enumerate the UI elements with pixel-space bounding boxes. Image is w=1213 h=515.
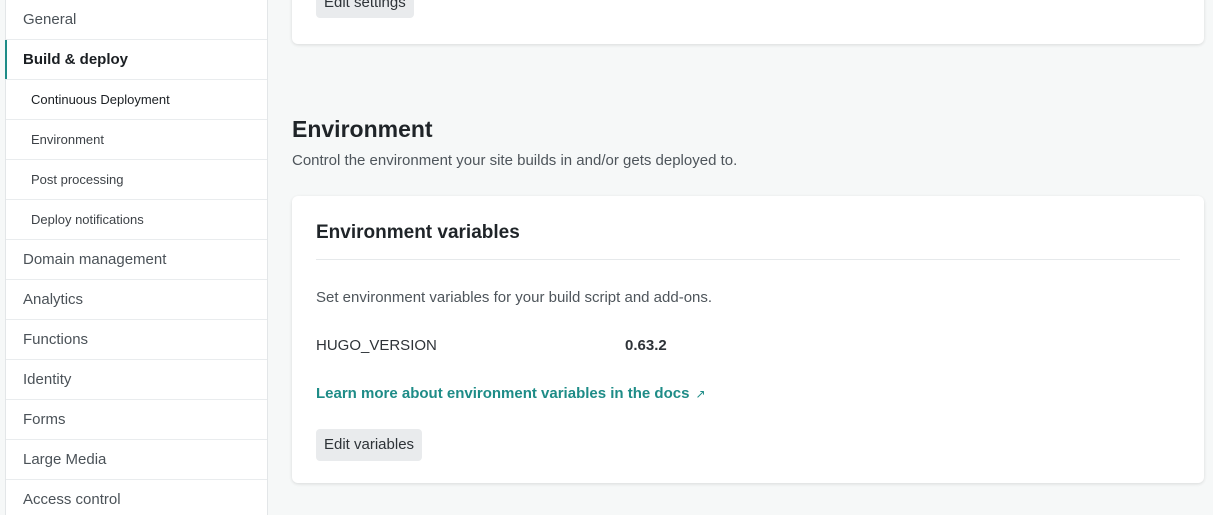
sidebar-item-domain-management[interactable]: Domain management bbox=[6, 240, 267, 280]
card-title: Environment variables bbox=[316, 222, 520, 243]
sidebar-item-label: Identity bbox=[23, 371, 72, 388]
sidebar-item-label: Deploy notifications bbox=[31, 212, 144, 227]
sidebar-item-build-deploy[interactable]: Build & deploy bbox=[5, 40, 267, 80]
variable-value: 0.63.2 bbox=[625, 337, 667, 354]
sidebar-item-label: Analytics bbox=[23, 291, 84, 308]
edit-settings-button[interactable]: Edit settings bbox=[316, 0, 414, 18]
environment-variables-card: Environment variables Set environment va… bbox=[292, 196, 1204, 483]
section-title: Environment bbox=[292, 116, 433, 142]
sidebar-item-label: Access control bbox=[23, 491, 121, 508]
card-divider bbox=[316, 259, 1180, 260]
build-settings-card: Edit settings bbox=[292, 0, 1204, 44]
variable-key: HUGO_VERSION bbox=[316, 337, 437, 354]
section-description: Control the environment your site builds… bbox=[292, 152, 738, 169]
sidebar-item-large-media[interactable]: Large Media bbox=[6, 440, 267, 480]
sidebar-subitem-environment[interactable]: Environment bbox=[6, 120, 267, 160]
sidebar-item-label: General bbox=[23, 11, 77, 28]
sidebar-subitem-post-processing[interactable]: Post processing bbox=[6, 160, 267, 200]
sidebar-item-identity[interactable]: Identity bbox=[6, 360, 267, 400]
sidebar-subitem-continuous-deployment[interactable]: Continuous Deployment bbox=[6, 80, 267, 120]
sidebar-item-forms[interactable]: Forms bbox=[6, 400, 267, 440]
sidebar-item-functions[interactable]: Functions bbox=[6, 320, 267, 360]
sidebar-item-analytics[interactable]: Analytics bbox=[6, 280, 267, 320]
sidebar-item-label: Domain management bbox=[23, 251, 167, 268]
settings-sidebar: General Build & deploy Continuous Deploy… bbox=[5, 0, 268, 515]
sidebar-item-access-control[interactable]: Access control bbox=[6, 480, 267, 515]
sidebar-item-label: Forms bbox=[23, 411, 66, 428]
external-link-icon: ↗ bbox=[695, 386, 706, 401]
sidebar-item-label: Continuous Deployment bbox=[31, 92, 170, 107]
edit-variables-button[interactable]: Edit variables bbox=[316, 429, 423, 461]
sidebar-item-label: Build & deploy bbox=[23, 51, 128, 68]
sidebar-subitem-deploy-notifications[interactable]: Deploy notifications bbox=[6, 200, 267, 240]
sidebar-item-label: Environment bbox=[31, 132, 104, 147]
sidebar-item-label: Post processing bbox=[31, 172, 124, 187]
docs-link[interactable]: Learn more about environment variables i… bbox=[316, 385, 706, 402]
sidebar-item-label: Large Media bbox=[23, 451, 107, 468]
docs-link-label: Learn more about environment variables i… bbox=[316, 385, 690, 402]
sidebar-item-label: Functions bbox=[23, 331, 89, 348]
card-description: Set environment variables for your build… bbox=[316, 289, 713, 306]
sidebar-item-general[interactable]: General bbox=[6, 0, 267, 40]
